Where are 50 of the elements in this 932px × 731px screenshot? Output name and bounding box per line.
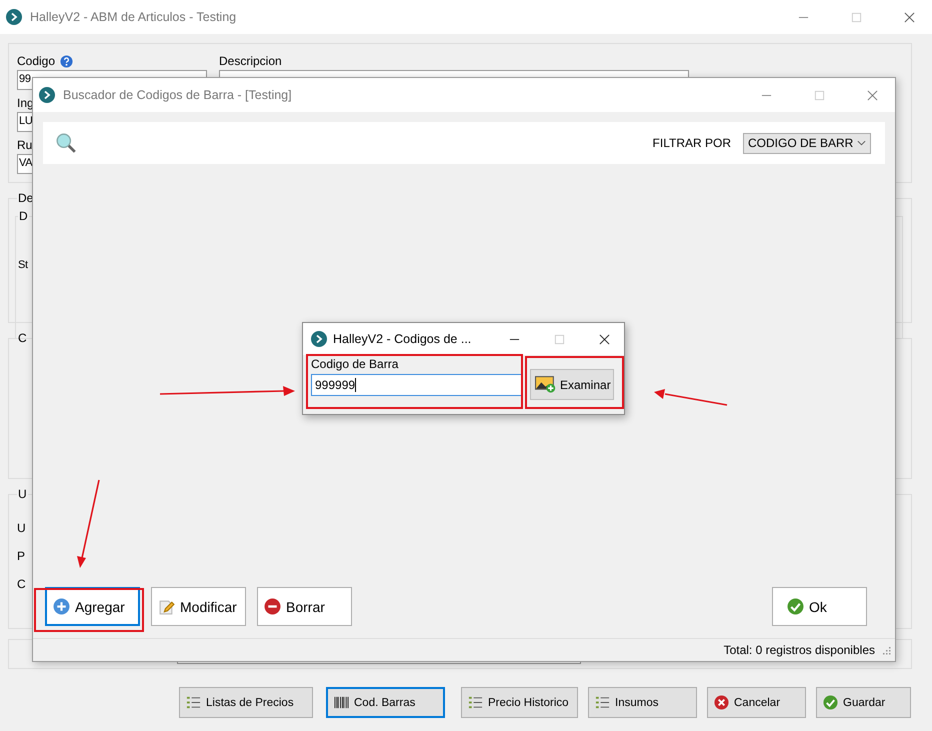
group-title: De — [17, 191, 34, 205]
window-title: HalleyV2 - Codigos de ... — [333, 332, 472, 346]
toolbar-button[interactable]: Precio Historico — [461, 687, 578, 718]
resize-grip-icon[interactable] — [881, 645, 891, 655]
action-button[interactable]: Borrar — [257, 587, 352, 626]
cancel-icon — [714, 695, 729, 710]
group-title: D — [18, 209, 29, 223]
toolbar-button[interactable]: Cancelar — [707, 687, 806, 718]
check-icon — [823, 695, 838, 710]
toolbar-button[interactable]: Guardar — [816, 687, 911, 718]
list-icon — [595, 695, 610, 710]
window-title: Buscador de Codigos de Barra - [Testing] — [63, 88, 292, 102]
field-label: Ru — [17, 138, 32, 152]
barcode-icon — [334, 695, 349, 710]
minus-icon — [264, 598, 281, 615]
app-icon — [311, 331, 327, 347]
action-button[interactable]: Modificar — [151, 587, 246, 626]
field-label: Codigo de Barra — [311, 357, 398, 371]
field-label: P — [17, 549, 26, 563]
field-label: St — [18, 259, 28, 271]
list-icon — [186, 695, 201, 710]
field-label: U — [17, 521, 26, 535]
pencil-icon — [158, 598, 175, 615]
app-icon — [6, 9, 22, 25]
app-icon — [39, 87, 55, 103]
action-button[interactable]: Agregar — [45, 587, 140, 626]
check-icon — [787, 598, 804, 615]
toolbar-button[interactable]: Cod. Barras — [326, 687, 445, 718]
status-text: Total: 0 registros disponibles — [724, 643, 875, 657]
field-label: Codigo — [17, 54, 56, 68]
close-icon[interactable] — [904, 12, 915, 22]
field-label: C — [17, 577, 26, 591]
barcode-field[interactable]: 999999 — [311, 374, 522, 396]
ok-button[interactable]: Ok — [772, 587, 867, 626]
toolbar-button[interactable]: Listas de Precios — [179, 687, 313, 718]
search-icon[interactable] — [55, 132, 77, 154]
close-icon[interactable] — [599, 334, 610, 344]
toolbar-button[interactable]: Insumos — [588, 687, 697, 718]
group-title: U — [17, 487, 28, 501]
browse-button[interactable]: Examinar — [530, 369, 614, 400]
filter-label: FILTRAR POR — [652, 136, 731, 150]
field-label: Descripcion — [219, 54, 282, 68]
help-icon[interactable] — [60, 54, 74, 68]
caret-icon — [857, 140, 866, 146]
list-icon — [468, 695, 483, 710]
filter-dropdown[interactable]: CODIGO DE BARR — [743, 132, 871, 154]
plus-icon — [53, 598, 70, 615]
window-title: HalleyV2 - ABM de Articulos - Testing — [30, 10, 236, 24]
image-add-icon — [535, 376, 556, 393]
group-title: C — [17, 331, 28, 345]
